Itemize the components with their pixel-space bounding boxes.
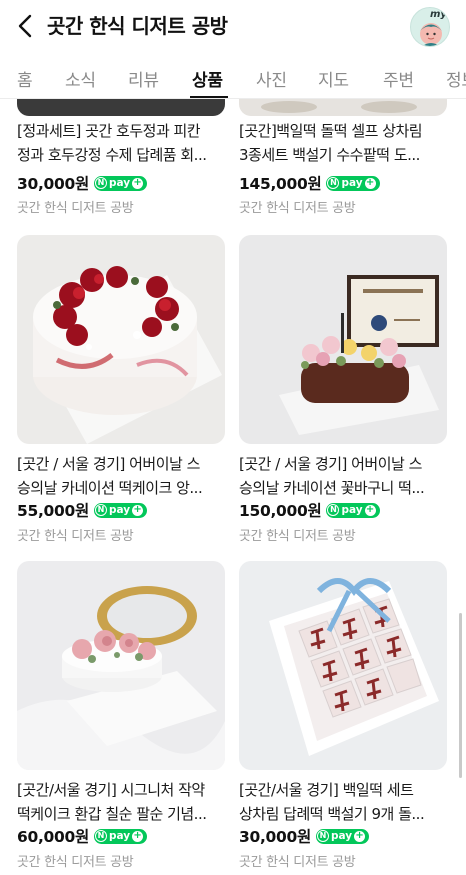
product-price: 150,000원: [239, 502, 322, 520]
npay-badge: Npay +: [326, 175, 380, 191]
product-card[interactable]: [곳간 / 서울 경기] 어버이날 스 승의날 카네이션 떡케이크 앙... 5…: [17, 235, 225, 545]
product-card[interactable]: [곳간]백일떡 돌떡 셀프 상차림 3종세트 백설기 수수팥떡 도... 145…: [239, 99, 447, 224]
product-image: [17, 99, 225, 116]
plus-icon: +: [132, 830, 144, 842]
store-name: 곳간 한식 디저트 공방: [17, 529, 134, 544]
naver-n-icon: N: [327, 504, 340, 516]
product-image: [239, 235, 447, 444]
price-row: 30,000원 Npay +: [17, 172, 148, 194]
price-row: 55,000원 Npay +: [17, 499, 148, 521]
price-row: 60,000원 Npay +: [17, 825, 148, 847]
naver-n-icon: N: [316, 830, 329, 842]
top-header: 곳간 한식 디저트 공방 my: [0, 0, 466, 52]
naver-n-icon: N: [327, 177, 340, 189]
scrollbar[interactable]: [459, 613, 462, 778]
tab-map[interactable]: 지도: [318, 66, 349, 91]
product-card[interactable]: [곳간/서울 경기] 시그니처 작약 떡케이크 환갑 칠순 팔순 기념... 6…: [17, 561, 225, 871]
store-name: 곳간 한식 디저트 공방: [239, 529, 356, 544]
tab-bar: 홈 소식 리뷰 상품 사진 지도 주변 정보: [0, 58, 466, 98]
npay-badge: Npay +: [93, 828, 148, 844]
tab-home[interactable]: 홈: [17, 66, 33, 91]
plus-icon: +: [132, 177, 144, 189]
product-image: [239, 561, 447, 770]
product-grid: [정과세트] 곳간 호두정과 피칸 정과 호두강정 수제 답례품 회... 30…: [0, 99, 466, 875]
product-image: [239, 99, 447, 116]
product-title: [곳간/서울 경기] 백일떡 세트 상차림 답례떡 백설기 9개 돌...: [239, 781, 425, 823]
product-title: [곳간 / 서울 경기] 어버이날 스 승의날 카네이션 꽃바구니 떡...: [239, 455, 425, 497]
tab-photos[interactable]: 사진: [256, 66, 287, 91]
plus-icon: +: [364, 177, 376, 189]
product-title: [곳간/서울 경기] 시그니처 작약 떡케이크 환갑 칠순 팔순 기념...: [17, 781, 207, 823]
product-title: [정과세트] 곳간 호두정과 피칸 정과 호두강정 수제 답례품 회...: [17, 122, 207, 164]
product-price: 30,000원: [239, 828, 311, 846]
chevron-left-icon: [18, 14, 32, 38]
plus-icon: +: [354, 830, 366, 842]
npay-badge: Npay +: [93, 502, 148, 518]
page-title: 곳간 한식 디저트 공방: [47, 14, 228, 38]
store-name: 곳간 한식 디저트 공방: [239, 201, 356, 216]
avatar-my-label: my: [430, 9, 447, 20]
store-name: 곳간 한식 디저트 공방: [17, 201, 134, 216]
product-title: [곳간]백일떡 돌떡 셀프 상차림 3종세트 백설기 수수팥떡 도...: [239, 122, 423, 164]
product-price: 145,000원: [239, 175, 322, 193]
back-button[interactable]: [12, 12, 38, 40]
product-price: 30,000원: [17, 175, 89, 193]
tab-products[interactable]: 상품: [192, 66, 223, 91]
npay-badge: Npay +: [93, 175, 148, 191]
price-row: 145,000원 Npay +: [239, 172, 380, 194]
product-title: [곳간 / 서울 경기] 어버이날 스 승의날 카네이션 떡케이크 앙...: [17, 455, 203, 497]
product-card[interactable]: [곳간/서울 경기] 백일떡 세트 상차림 답례떡 백설기 9개 돌... 30…: [239, 561, 447, 871]
store-name: 곳간 한식 디저트 공방: [17, 855, 134, 870]
price-row: 30,000원 Npay +: [239, 825, 370, 847]
plus-icon: +: [132, 504, 144, 516]
tab-nearby[interactable]: 주변: [383, 66, 414, 91]
price-row: 150,000원 Npay +: [239, 499, 380, 521]
product-image: [17, 561, 225, 770]
npay-badge: Npay +: [326, 502, 380, 518]
naver-n-icon: N: [94, 504, 107, 516]
product-card[interactable]: [곳간 / 서울 경기] 어버이날 스 승의날 카네이션 꽃바구니 떡... 1…: [239, 235, 447, 545]
product-price: 60,000원: [17, 828, 89, 846]
product-card[interactable]: [정과세트] 곳간 호두정과 피칸 정과 호두강정 수제 답례품 회... 30…: [17, 99, 225, 224]
plus-icon: +: [364, 504, 376, 516]
tab-info[interactable]: 정보: [446, 66, 466, 91]
my-avatar-button[interactable]: my: [410, 7, 450, 47]
naver-n-icon: N: [94, 830, 107, 842]
naver-n-icon: N: [94, 177, 107, 189]
tab-reviews[interactable]: 리뷰: [128, 66, 159, 91]
npay-badge: Npay +: [315, 828, 370, 844]
store-name: 곳간 한식 디저트 공방: [239, 855, 356, 870]
product-price: 55,000원: [17, 502, 89, 520]
product-image: [17, 235, 225, 444]
tab-news[interactable]: 소식: [65, 66, 96, 91]
